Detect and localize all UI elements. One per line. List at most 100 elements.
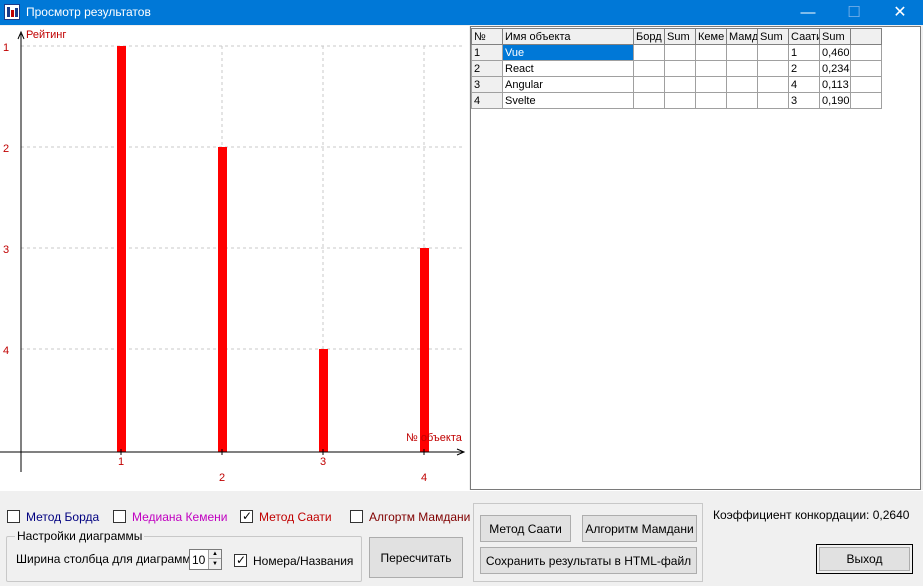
grid-cell[interactable]: Vue bbox=[502, 44, 634, 61]
y-tick-label: 2 bbox=[3, 143, 9, 155]
grid-cell[interactable] bbox=[695, 92, 727, 109]
close-button[interactable]: ✕ bbox=[877, 0, 923, 25]
grid-cell[interactable]: 3 bbox=[471, 76, 503, 93]
results-grid[interactable]: № Имя объекта Борд Sum Кеме Мамд Sum Саати Sum 1… bbox=[471, 28, 882, 109]
grid-cell[interactable]: 2 bbox=[471, 60, 503, 77]
borda-checkbox-label: Метод Борда bbox=[26, 510, 100, 524]
grid-cell[interactable]: 4 bbox=[471, 92, 503, 109]
y-axis-label: Рейтинг bbox=[26, 29, 66, 41]
grid-cell[interactable] bbox=[726, 60, 758, 77]
grid-cell[interactable]: 1 bbox=[788, 44, 820, 61]
x-tick-label: 1 bbox=[118, 456, 124, 468]
grid-cell[interactable]: 4 bbox=[788, 76, 820, 93]
x-axis-label: № объекта bbox=[406, 432, 463, 444]
mamdani-checkbox-box[interactable] bbox=[350, 510, 363, 523]
grid-cell[interactable] bbox=[850, 76, 882, 93]
y-tick-label: 4 bbox=[3, 345, 9, 357]
chart-bar bbox=[319, 349, 328, 452]
x-tick-label: 4 bbox=[421, 472, 427, 484]
grid-cell[interactable] bbox=[695, 44, 727, 61]
recalculate-button[interactable]: Пересчитать bbox=[369, 537, 463, 578]
save-html-button[interactable]: Сохранить результаты в HTML-файл bbox=[480, 547, 697, 574]
grid-header-cell[interactable] bbox=[850, 28, 882, 45]
grid-header-cell[interactable]: Мамд bbox=[726, 28, 758, 45]
grid-cell[interactable] bbox=[633, 76, 665, 93]
saaty-method-button[interactable]: Метод Саати bbox=[480, 515, 571, 542]
mamdani-checkbox-label: Алгортм Мамдани bbox=[369, 510, 471, 524]
grid-cell[interactable]: 0,460 bbox=[819, 44, 851, 61]
y-tick-label: 1 bbox=[3, 42, 9, 54]
maximize-button[interactable]: ☐ bbox=[831, 0, 877, 25]
kemeny-checkbox-box[interactable] bbox=[113, 510, 126, 523]
table-row[interactable]: 3 Angular 4 0,113 bbox=[471, 76, 882, 93]
grid-cell[interactable]: 1 bbox=[471, 44, 503, 61]
grid-cell[interactable]: 0,113 bbox=[819, 76, 851, 93]
grid-cell[interactable] bbox=[695, 76, 727, 93]
title-bar: Просмотр результатов — ☐ ✕ bbox=[0, 0, 923, 25]
grid-cell[interactable] bbox=[850, 44, 882, 61]
grid-header-row: № Имя объекта Борд Sum Кеме Мамд Sum Саати Sum bbox=[471, 28, 882, 45]
grid-cell[interactable] bbox=[633, 44, 665, 61]
grid-cell[interactable]: React bbox=[502, 60, 634, 77]
rating-chart: 1 2 3 4 1 2 3 4 Рейтинг № объекта bbox=[0, 26, 469, 490]
grid-cell[interactable] bbox=[757, 44, 789, 61]
grid-cell[interactable]: Svelte bbox=[502, 92, 634, 109]
exit-button[interactable]: Выход bbox=[819, 547, 910, 571]
chart-settings-title: Настройки диаграммы bbox=[15, 529, 145, 543]
grid-cell[interactable]: 0,234 bbox=[819, 60, 851, 77]
saaty-checkbox-label: Метод Саати bbox=[259, 510, 332, 524]
grid-cell[interactable] bbox=[664, 92, 696, 109]
bar-width-value[interactable]: 10 bbox=[192, 553, 205, 567]
grid-cell[interactable]: 2 bbox=[788, 60, 820, 77]
grid-cell[interactable] bbox=[726, 76, 758, 93]
chart-svg: 1 2 3 4 1 2 3 4 Рейтинг № объекта bbox=[0, 29, 466, 484]
y-tick-label: 3 bbox=[3, 244, 9, 256]
borda-checkbox-box[interactable] bbox=[7, 510, 20, 523]
grid-header-cell[interactable]: Имя объекта bbox=[502, 28, 634, 45]
grid-header-cell[interactable]: Борд bbox=[633, 28, 665, 45]
grid-header-cell[interactable]: Sum bbox=[757, 28, 789, 45]
grid-cell[interactable] bbox=[757, 76, 789, 93]
minimize-button[interactable]: — bbox=[785, 0, 831, 25]
grid-cell[interactable]: 3 bbox=[788, 92, 820, 109]
grid-cell[interactable]: 0,190 bbox=[819, 92, 851, 109]
grid-cell[interactable] bbox=[664, 44, 696, 61]
grid-cell[interactable] bbox=[850, 60, 882, 77]
concordance-coefficient: Коэффициент конкордации: 0,2640 bbox=[713, 508, 910, 522]
chart-bar bbox=[117, 46, 126, 452]
grid-cell[interactable] bbox=[726, 44, 758, 61]
grid-header-cell[interactable]: Кеме bbox=[695, 28, 727, 45]
app-icon bbox=[4, 4, 20, 20]
names-checkbox-box[interactable] bbox=[234, 553, 247, 567]
grid-cell[interactable] bbox=[850, 92, 882, 109]
bar-width-label: Ширина столбца для диаграммы: bbox=[16, 552, 203, 566]
chart-bar bbox=[218, 147, 227, 452]
spin-up-arrow-icon[interactable]: ▲ bbox=[209, 550, 221, 559]
grid-cell[interactable] bbox=[757, 60, 789, 77]
grid-cell[interactable] bbox=[695, 60, 727, 77]
x-tick-label: 3 bbox=[320, 456, 326, 468]
saaty-checkbox-box[interactable] bbox=[240, 509, 253, 523]
grid-header-cell[interactable]: Sum bbox=[819, 28, 851, 45]
table-row[interactable]: 2 React 2 0,234 bbox=[471, 60, 882, 77]
grid-cell[interactable] bbox=[633, 92, 665, 109]
mamdani-algorithm-button[interactable]: Алгоритм Мамдани bbox=[582, 515, 697, 542]
chart-bar bbox=[420, 248, 429, 452]
kemeny-checkbox-label: Медиана Кемени bbox=[132, 510, 228, 524]
grid-cell[interactable] bbox=[664, 60, 696, 77]
table-row[interactable]: 1 Vue 1 0,460 bbox=[471, 44, 882, 61]
results-grid-panel[interactable]: № Имя объекта Борд Sum Кеме Мамд Sum Саати Sum 1… bbox=[470, 26, 921, 490]
grid-cell[interactable] bbox=[664, 76, 696, 93]
grid-cell[interactable] bbox=[726, 92, 758, 109]
grid-cell[interactable]: Angular bbox=[502, 76, 634, 93]
grid-header-cell[interactable]: Sum bbox=[664, 28, 696, 45]
bar-width-spinner[interactable]: 10 ▲ ▼ bbox=[189, 549, 222, 570]
grid-cell[interactable] bbox=[633, 60, 665, 77]
table-row[interactable]: 4 Svelte 3 0,190 bbox=[471, 92, 882, 109]
grid-cell[interactable] bbox=[757, 92, 789, 109]
grid-header-cell[interactable]: Саати bbox=[788, 28, 820, 45]
window-title: Просмотр результатов bbox=[26, 5, 151, 19]
names-checkbox-label: Номера/Названия bbox=[253, 554, 354, 568]
spin-down-arrow-icon[interactable]: ▼ bbox=[209, 560, 221, 569]
grid-header-cell[interactable]: № bbox=[471, 28, 503, 45]
